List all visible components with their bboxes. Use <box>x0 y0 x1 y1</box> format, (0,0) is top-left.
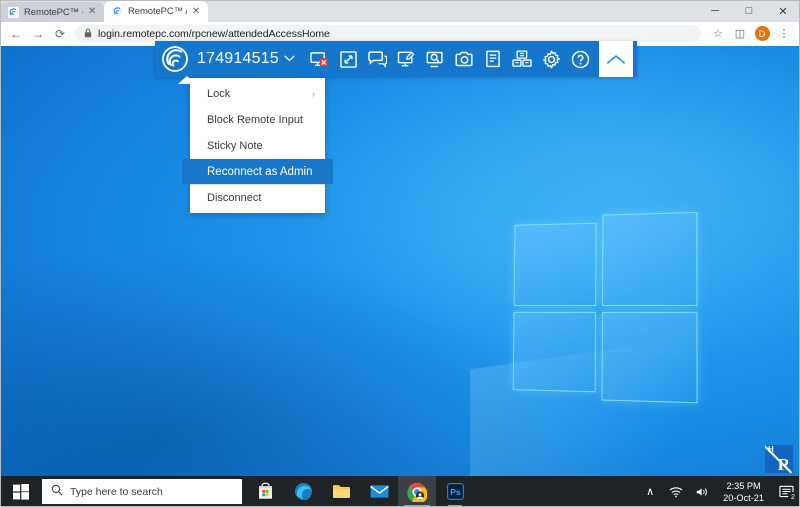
browser-tab-1[interactable]: RemotePC™ - Comput ✕ <box>0 2 104 22</box>
remotepc-logo-icon <box>161 45 189 73</box>
help-icon[interactable] <box>566 41 595 77</box>
menu-item-lock[interactable]: Lock › <box>190 81 325 107</box>
whiteboard-icon[interactable] <box>392 41 421 77</box>
windows-wallpaper-logo <box>513 212 698 403</box>
system-tray: ∧ 2:35 PM <box>637 476 800 507</box>
screenshot-icon[interactable] <box>450 41 479 77</box>
clock-date: 20-Oct-21 <box>723 492 764 504</box>
watermark-main-letter: R <box>778 456 790 473</box>
zoom-screen-icon[interactable] <box>421 41 450 77</box>
menu-item-label: Sticky Note <box>207 140 263 152</box>
search-placeholder: Type here to search <box>70 486 163 498</box>
show-hidden-icons-chevron-icon[interactable]: ∧ <box>637 476 663 507</box>
window-controls: ─ □ ✕ <box>698 0 800 22</box>
avatar-initial: D <box>755 26 770 41</box>
chevron-down-icon <box>284 54 295 65</box>
chat-icon[interactable] <box>363 41 392 77</box>
search-icon <box>51 484 63 499</box>
volume-icon[interactable] <box>689 476 715 507</box>
maximize-button[interactable]: □ <box>732 0 766 22</box>
network-wifi-icon[interactable] <box>663 476 689 507</box>
menu-item-label: Reconnect as Admin <box>207 166 312 178</box>
tab-title: RemotePC™ - Comput <box>24 7 83 18</box>
close-window-button[interactable]: ✕ <box>766 0 800 22</box>
settings-icon[interactable] <box>537 41 566 77</box>
lock-icon <box>84 28 92 40</box>
multi-monitor-icon[interactable] <box>508 41 537 77</box>
svg-text:Ps: Ps <box>450 487 461 497</box>
taskbar-app-file-explorer[interactable] <box>322 476 360 507</box>
remote-desktop-viewport[interactable]: H R Type here to search <box>0 46 800 507</box>
remotepc-icon <box>112 6 123 17</box>
menu-item-label: Lock <box>207 88 230 100</box>
forward-icon[interactable]: → <box>28 24 48 44</box>
browser-window: RemotePC™ - Comput ✕ RemotePC™ Attended … <box>0 0 800 507</box>
chevron-right-icon: › <box>312 89 315 99</box>
close-icon[interactable]: ✕ <box>192 7 202 17</box>
watermark-top-letter: H <box>768 446 774 454</box>
close-icon[interactable]: ✕ <box>88 7 98 17</box>
session-id-text: 174914515 <box>197 50 279 68</box>
menu-item-label: Disconnect <box>207 192 261 204</box>
remotepc-watermark: H R <box>765 445 793 473</box>
menu-item-disconnect[interactable]: Disconnect <box>190 184 325 210</box>
session-dropdown-menu: Lock › Block Remote Input Sticky Note Re… <box>190 78 325 213</box>
url-text: login.remotepc.com/rpcnew/attendedAccess… <box>98 28 330 40</box>
reload-icon[interactable]: ⟳ <box>50 24 70 44</box>
taskbar-clock[interactable]: 2:35 PM 20-Oct-21 <box>715 476 772 507</box>
taskbar-search-input[interactable]: Type here to search <box>42 479 242 504</box>
toolbar-actions <box>305 41 595 77</box>
remotepc-icon <box>8 7 19 18</box>
side-panel-icon[interactable]: ◫ <box>730 24 750 44</box>
notification-count-badge: 2 <box>788 492 798 502</box>
bookmark-star-icon[interactable]: ☆ <box>708 24 728 44</box>
action-center-icon[interactable]: 2 <box>772 476 800 507</box>
menu-item-reconnect-as-admin[interactable]: Reconnect as Admin <box>182 159 333 184</box>
blank-screen-icon[interactable] <box>305 41 334 77</box>
file-transfer-icon[interactable] <box>479 41 508 77</box>
address-bar[interactable]: login.remotepc.com/rpcnew/attendedAccess… <box>75 25 701 42</box>
clock-time: 2:35 PM <box>726 480 760 492</box>
windows-taskbar: Type here to search <box>0 476 800 507</box>
taskbar-app-microsoft-store[interactable] <box>246 476 284 507</box>
back-icon[interactable]: ← <box>6 24 26 44</box>
taskbar-app-edge[interactable] <box>284 476 322 507</box>
tab-title: RemotePC™ Attended <box>128 6 187 17</box>
remotepc-session-toolbar: 174914515 <box>155 41 637 77</box>
menu-item-sticky-note[interactable]: Sticky Note <box>190 133 325 159</box>
minimize-button[interactable]: ─ <box>698 0 732 22</box>
menu-item-block-remote-input[interactable]: Block Remote Input <box>190 107 325 133</box>
browser-tab-2[interactable]: RemotePC™ Attended ✕ <box>104 1 208 22</box>
taskbar-app-mail[interactable] <box>360 476 398 507</box>
fullscreen-icon[interactable] <box>334 41 363 77</box>
menu-item-label: Block Remote Input <box>207 114 303 126</box>
collapse-chevron-up-icon[interactable] <box>599 41 633 77</box>
taskbar-app-chrome[interactable] <box>398 476 436 507</box>
tab-strip: RemotePC™ - Comput ✕ RemotePC™ Attended … <box>0 0 800 22</box>
session-id-dropdown[interactable]: 174914515 <box>193 41 305 77</box>
taskbar-app-photoshop[interactable]: Ps <box>436 476 474 507</box>
browser-menu-icon[interactable]: ⋮ <box>774 24 794 44</box>
windows-start-icon[interactable] <box>0 476 42 507</box>
avatar[interactable]: D <box>752 24 772 44</box>
